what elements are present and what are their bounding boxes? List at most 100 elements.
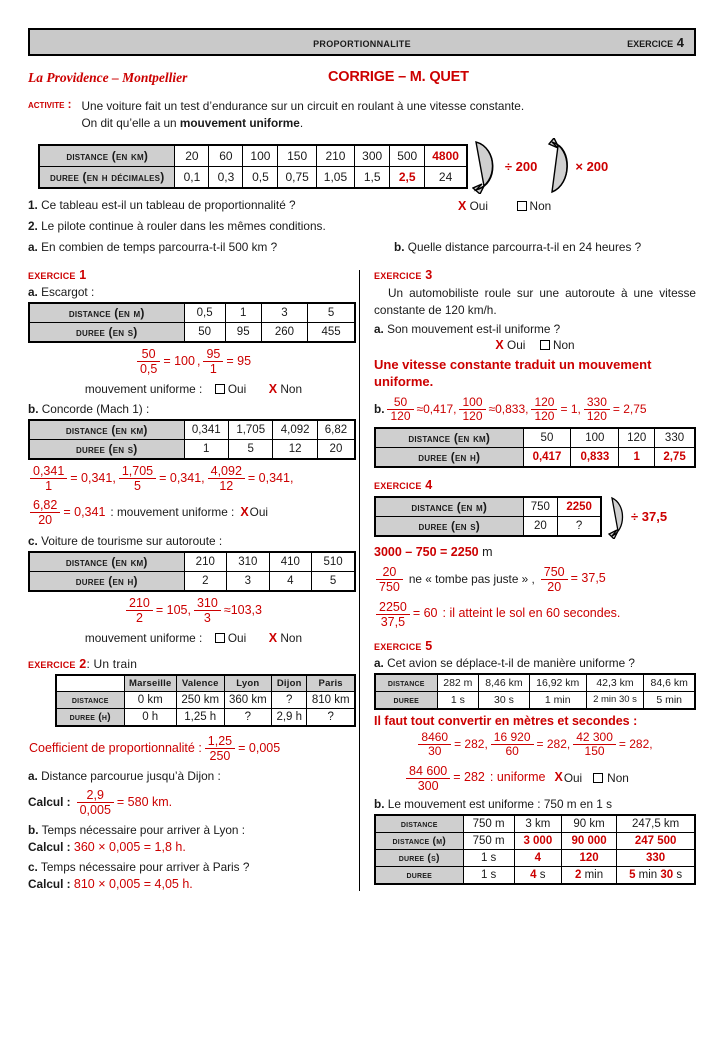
ex5a-h1: DISTANCE bbox=[374, 673, 438, 692]
fraction: 2,9 0,005 bbox=[76, 788, 114, 818]
qa-number: a. bbox=[28, 239, 38, 254]
qb-text: Quelle distance parcourra-t-il en 24 heu… bbox=[407, 239, 642, 254]
table-cell-answer: 0,833 bbox=[570, 446, 620, 468]
exercise-2-title: EXERCICE 2: Un train bbox=[28, 657, 359, 671]
ex1-c-oui-checkbox[interactable] bbox=[214, 633, 225, 644]
ex2-b-label: b. bbox=[28, 823, 39, 838]
ex3-oui-label: Oui bbox=[507, 338, 526, 353]
fraction-result: = 282, bbox=[454, 737, 488, 752]
ex4-h1: DISTANCE (en m) bbox=[374, 496, 524, 518]
ex1-c-uniform: mouvement uniforme : Oui X Non bbox=[28, 631, 359, 645]
table-row: DUREE (H) 0 h 1,25 h ? 2,9 h ? bbox=[55, 708, 356, 727]
fraction-denominator: 37,5 bbox=[380, 614, 406, 629]
ex1-a-uniform: mouvement uniforme : Oui X Non bbox=[28, 382, 359, 396]
fraction-numerator: 16 920 bbox=[490, 730, 534, 746]
table-cell: 0,1 bbox=[174, 165, 210, 189]
table-cell: 84,6 km bbox=[643, 673, 696, 692]
table-cell: 5 min 30 s bbox=[616, 865, 696, 885]
table-cell: 500 bbox=[389, 144, 426, 167]
fraction-denominator: 30 bbox=[428, 744, 442, 759]
ex1b-h1: DISTANCE (en km) bbox=[28, 419, 185, 441]
fraction-denominator: 0,005 bbox=[79, 803, 111, 818]
q1-non-checkbox[interactable] bbox=[516, 201, 527, 212]
fraction-denominator: 1 bbox=[209, 362, 217, 377]
table-cell: 3 bbox=[226, 571, 270, 592]
activity-line-1: Une voiture fait un test d’endurance sur… bbox=[81, 99, 525, 113]
ex5-math-row2: 84 600 300 = 282 : uniforme X Oui Non bbox=[374, 764, 696, 793]
fraction-numerator: 0,341 bbox=[30, 464, 68, 480]
ex1-a-oui-checkbox[interactable] bbox=[214, 384, 225, 395]
fraction-denominator: 2 bbox=[135, 611, 143, 626]
ex5-math2-tail: : uniforme bbox=[489, 770, 546, 785]
table-cell: 5 bbox=[307, 302, 356, 324]
ex2-b-calc-value: 360 × 0,005 = 1,8 h. bbox=[73, 840, 186, 855]
table-cell: 0,3 bbox=[208, 165, 244, 189]
ex2-b-calc: Calcul : 360 × 0,005 = 1,8 h. bbox=[28, 840, 359, 854]
ex3-non-checkbox[interactable] bbox=[539, 340, 550, 351]
ex5b-r4-c4-red2: 30 bbox=[660, 868, 674, 881]
table-cell: 95 bbox=[224, 322, 262, 343]
fraction-result: = 95 bbox=[226, 353, 252, 368]
fraction: 120 120 bbox=[531, 395, 558, 424]
ex1a-h2: DUREE (en s) bbox=[28, 322, 185, 343]
school-line: La Providence – Montpellier CORRIGE – M.… bbox=[28, 69, 696, 90]
fraction-numerator: 6,82 bbox=[30, 498, 61, 514]
x-mark-icon: X bbox=[240, 504, 249, 519]
ex5-non-label: Non bbox=[607, 770, 629, 785]
ex3-b-label: b. bbox=[374, 402, 385, 417]
ex1b-h2: DUREE (en s) bbox=[28, 439, 185, 460]
table-cell: 5 bbox=[311, 571, 356, 592]
fraction: 1,705 5 bbox=[118, 464, 157, 493]
ex3-b-math: b. 50 120 ≈0,417, 100 120 ≈0,833, 120 12… bbox=[374, 395, 696, 424]
table-cell: 90 km bbox=[560, 814, 618, 833]
table-cell: 260 bbox=[260, 322, 309, 343]
curved-arrow-left-icon bbox=[471, 141, 494, 195]
ex4-table-wrap: DISTANCE (en m) 750 2250 DUREE (en s) 20… bbox=[374, 495, 696, 539]
ex5-a-line: a. Cet avion se déplace-t-il de manière … bbox=[374, 656, 696, 670]
fraction: 42 300 150 bbox=[573, 730, 616, 759]
ex2-b-line: b. Temps nécessaire pour arriver à Lyon … bbox=[28, 823, 359, 837]
fraction-result: = 100 bbox=[163, 353, 195, 368]
left-column: EXERCICE 1 a. Escargot : DISTANCE (en m)… bbox=[28, 266, 359, 891]
ex2-table: Marseille Valence Lyon Dijon Paris DISTA… bbox=[55, 674, 356, 728]
ex5b-h1: DISTANCE bbox=[374, 814, 464, 833]
fraction-denominator: 120 bbox=[462, 409, 483, 424]
fraction-denominator: 12 bbox=[219, 479, 234, 494]
ex1-b-math2: 6,82 20 = 0,341 : mouvement uniforme : X… bbox=[28, 498, 359, 527]
ex4-arrow-label: ÷ 37,5 bbox=[631, 509, 668, 525]
table-cell: 20 bbox=[316, 439, 356, 460]
table-cell: 0,75 bbox=[277, 165, 317, 189]
ex4-line1: 3000 – 750 = 2250 m bbox=[374, 545, 696, 559]
fraction-result: = 282, bbox=[618, 737, 653, 752]
ex1-c-text: Voiture de tourisme sur autoroute : bbox=[41, 534, 223, 549]
ex1-b-text: Concorde (Mach 1) : bbox=[41, 402, 150, 417]
activity-label: ACTIVITE : bbox=[28, 99, 72, 111]
ex2-a-line: a. Distance parcourue jusqu’à Dijon : bbox=[28, 769, 359, 783]
table-cell: 0 h bbox=[123, 708, 177, 727]
ex2-c-calc-label: Calcul : bbox=[28, 877, 71, 892]
table-cell: 310 bbox=[226, 551, 270, 573]
table-cell: 210 bbox=[315, 144, 356, 167]
table-cell: 150 bbox=[277, 144, 317, 167]
table-cell: 1 s bbox=[462, 848, 515, 867]
ex1-b-answer: Oui bbox=[249, 505, 269, 520]
fraction: 750 20 bbox=[540, 565, 568, 594]
table-cell: 24 bbox=[424, 165, 468, 189]
ex1-a-math: 50 0,5 = 100 , 95 1 = 95 bbox=[28, 347, 359, 376]
ex3-a-text: Son mouvement est-il uniforme ? bbox=[387, 322, 561, 337]
fraction-result: = 282 bbox=[453, 770, 485, 785]
fraction: 8460 30 bbox=[418, 730, 452, 759]
ex1c-h1: DISTANCE (en km) bbox=[28, 551, 185, 573]
ex2-h2: DUREE (H) bbox=[55, 708, 125, 727]
table-cell: 20 bbox=[522, 516, 559, 537]
activity-question-ab: a. En combien de temps parcourra-t-il 50… bbox=[28, 239, 696, 257]
table-cell: 3 km bbox=[513, 814, 562, 833]
ex5-non-checkbox[interactable] bbox=[593, 773, 604, 784]
ex1-b-label: b. bbox=[28, 402, 39, 417]
x-mark-icon: X bbox=[495, 338, 504, 353]
table-cell: 0,5 bbox=[183, 302, 226, 324]
table-cell-answer: 4 bbox=[513, 848, 562, 867]
ex5-a-label: a. bbox=[374, 655, 384, 670]
table-row: DUREE (en s) 50 95 260 455 bbox=[28, 322, 356, 343]
fraction-denominator: 150 bbox=[584, 744, 605, 759]
